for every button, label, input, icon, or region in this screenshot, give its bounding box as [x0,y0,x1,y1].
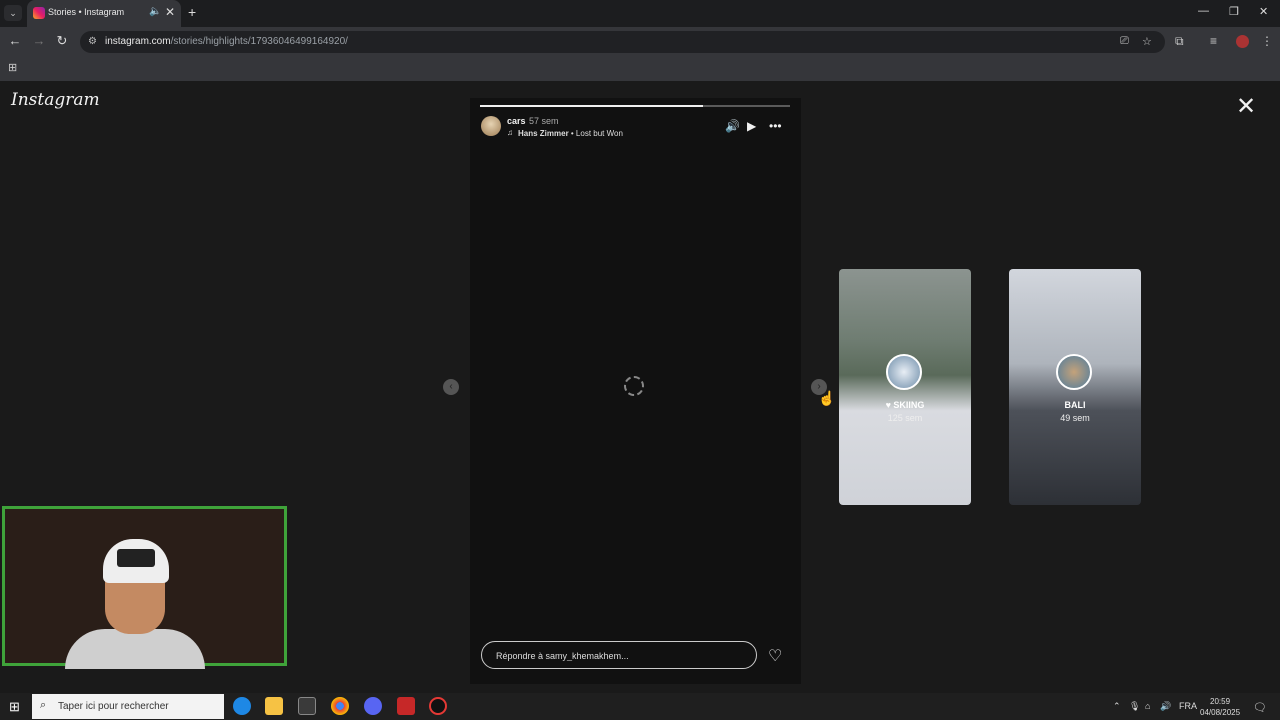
voicemeeter-icon[interactable] [397,697,415,715]
reload-button[interactable]: ↻ [53,33,71,49]
cap-logo [117,549,155,567]
file-explorer-icon[interactable] [265,697,283,715]
back-button[interactable]: ← [6,33,24,48]
site-info-icon[interactable]: ⚙ [88,36,97,47]
reply-field[interactable] [481,641,757,670]
obs-icon[interactable] [429,697,447,715]
install-app-icon[interactable]: ⎚ [1120,35,1129,48]
story-music[interactable]: Hans Zimmer • Lost but Won [518,129,623,138]
instagram-favicon-icon [33,7,45,19]
mouse-cursor-icon: ☝ [818,390,836,406]
profile-avatar[interactable] [1236,35,1249,48]
restore-button[interactable]: ❐ [1229,5,1239,18]
tab-title: Stories • Instagram [48,7,125,17]
speaker-icon[interactable]: 🔈 [149,6,161,17]
like-heart-icon[interactable]: ♡ [768,646,782,666]
music-icon: ♫ [507,128,513,137]
instagram-logo[interactable]: Instagram [11,90,100,110]
menu-icon[interactable]: ⋮ [1261,34,1273,48]
webcam-overlay [2,506,287,669]
microphone-icon[interactable]: 🎙 [1129,701,1140,712]
new-tab-button[interactable]: + [188,4,196,20]
highlight-avatar [1056,354,1092,390]
reply-input[interactable] [494,642,748,670]
store-icon[interactable] [298,697,316,715]
tray-chevron-icon[interactable]: ⌃ [1113,701,1121,712]
apps-grid-icon[interactable]: ⊞ [8,61,17,74]
sound-icon[interactable]: 🔊 [725,119,740,133]
more-options-icon[interactable]: ••• [769,119,782,133]
highlight-preview-skiing[interactable]: ♥ SKIING 125 sem [839,269,971,505]
taskbar-search[interactable]: ⌕ Taper ici pour rechercher [32,694,224,719]
edge-icon[interactable] [233,697,251,715]
highlight-preview-bali[interactable]: BALI 49 sem [1009,269,1141,505]
bookmark-star-icon[interactable]: ☆ [1142,35,1152,48]
clock-date: 04/08/2025 [1200,708,1241,717]
story-time: 57 sem [529,116,559,126]
story-progress-bar [480,105,790,107]
window-close-button[interactable]: ✕ [1259,5,1268,18]
play-icon[interactable]: ▶ [747,119,756,133]
highlight-name: BALI [1064,400,1086,410]
highlight-time: 125 sem [887,413,923,423]
bookmarks-bar [0,57,1280,82]
tab-list-button[interactable]: ⌄ [4,5,22,21]
highlight-name: ♥ SKIING [885,400,925,410]
close-story-icon[interactable]: ✕ [1236,92,1256,121]
story-progress-fill [480,105,704,107]
taskbar-clock[interactable]: 20:59 04/08/2025 [1200,696,1240,718]
address-bar[interactable]: ⚙ instagram.com/stories/highlights/17936… [80,31,1165,53]
url-text[interactable]: instagram.com/stories/highlights/1793604… [105,36,348,47]
highlight-time: 49 sem [1060,413,1090,423]
webcam-person-shirt [65,629,205,669]
close-tab-icon[interactable]: ✕ [165,5,175,19]
forward-button[interactable]: → [30,33,48,48]
volume-icon[interactable]: 🔊 [1160,701,1171,712]
webcam-person-face [105,579,165,634]
previous-story-button[interactable]: ‹ [443,379,459,395]
language-indicator[interactable]: FRA [1179,701,1197,711]
taskbar-search-placeholder: Taper ici pour rechercher [58,701,169,712]
tab-instagram[interactable]: Stories • Instagram 🔈 ✕ [27,0,181,27]
minimize-button[interactable]: — [1198,5,1209,17]
story-username[interactable]: cars [507,116,526,126]
notifications-icon[interactable]: 🗨 [1253,701,1267,714]
discord-icon[interactable] [364,697,382,715]
chrome-icon[interactable] [331,697,349,715]
search-icon: ⌕ [40,699,47,711]
highlight-avatar [886,354,922,390]
extensions-icon[interactable]: ⧉ [1175,34,1184,49]
loading-spinner-icon [624,376,644,396]
media-control-icon[interactable]: ≡ [1210,34,1217,48]
clock-time: 20:59 [1210,697,1231,706]
story-avatar[interactable] [481,116,501,136]
network-icon[interactable]: ⌂ [1145,701,1150,711]
windows-start-icon[interactable]: ⊞ [9,699,20,715]
